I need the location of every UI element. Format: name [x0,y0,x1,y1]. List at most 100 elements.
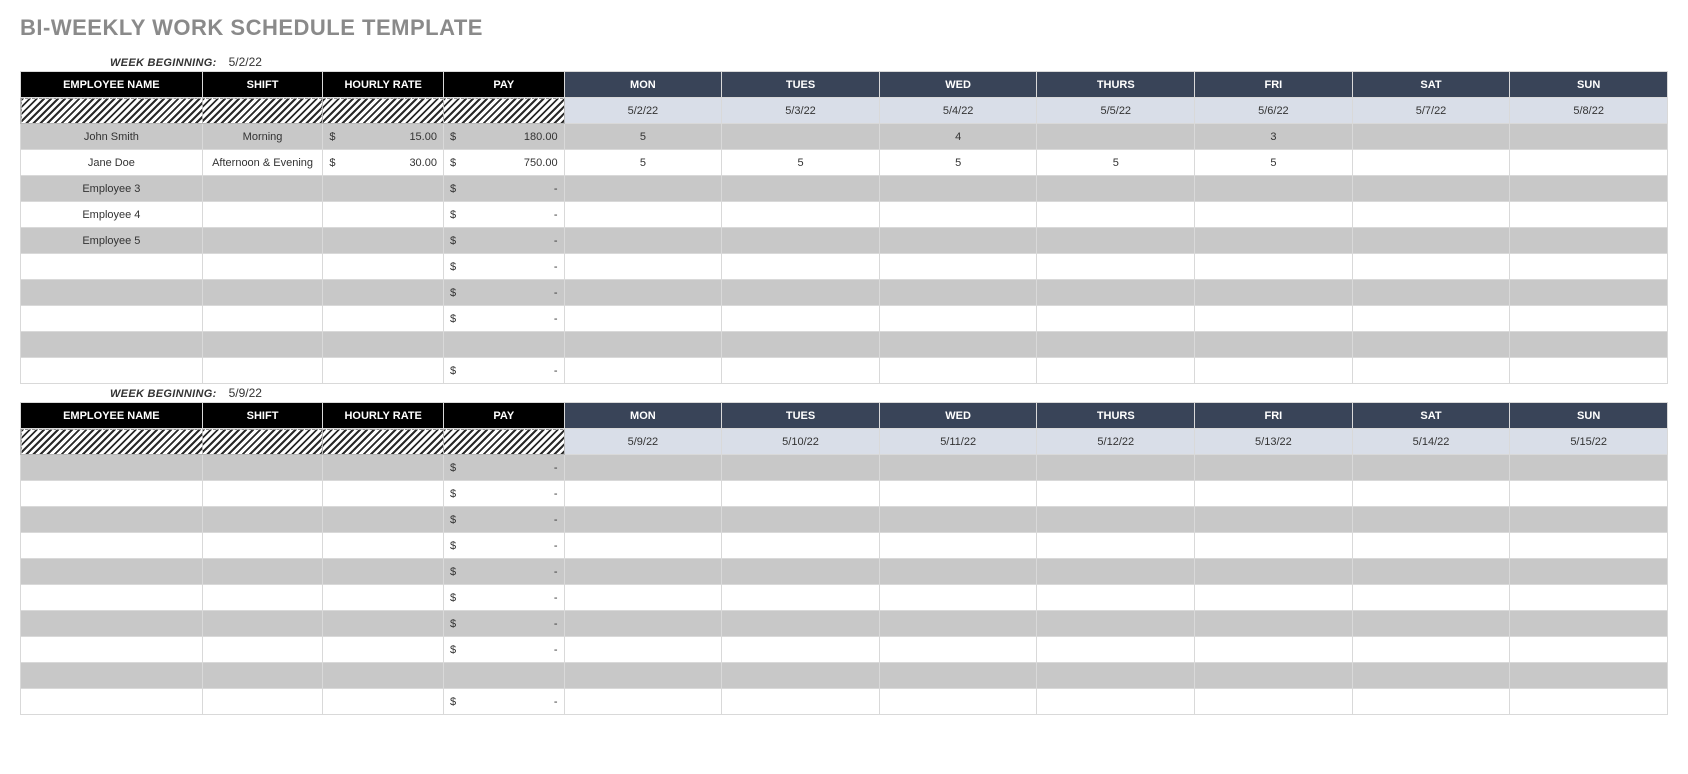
cell-hourly-rate[interactable] [323,481,444,507]
cell-day[interactable] [879,202,1037,228]
cell-day[interactable] [879,559,1037,585]
cell-day[interactable] [722,585,880,611]
cell-day[interactable] [1352,358,1510,384]
cell-day[interactable] [879,306,1037,332]
cell-pay[interactable]: $180.00 [443,124,564,150]
cell-day[interactable] [1352,689,1510,715]
cell-day[interactable] [722,176,880,202]
cell-day[interactable] [722,481,880,507]
cell-hourly-rate[interactable] [323,637,444,663]
cell-pay[interactable]: $- [443,585,564,611]
cell-day[interactable] [1510,663,1668,689]
cell-employee-name[interactable] [21,481,203,507]
cell-hourly-rate[interactable] [323,306,444,332]
cell-day[interactable] [1352,176,1510,202]
cell-day[interactable]: 5 [722,150,880,176]
cell-shift[interactable] [202,663,323,689]
cell-shift[interactable] [202,585,323,611]
cell-day[interactable] [564,533,722,559]
cell-pay[interactable] [443,663,564,689]
cell-day[interactable] [1037,124,1195,150]
cell-day[interactable] [564,280,722,306]
cell-day[interactable] [1510,228,1668,254]
cell-shift[interactable] [202,481,323,507]
cell-day[interactable]: 5 [1195,150,1353,176]
cell-employee-name[interactable] [21,663,203,689]
cell-shift[interactable] [202,507,323,533]
cell-day[interactable] [1510,254,1668,280]
cell-day[interactable] [1195,176,1353,202]
cell-day[interactable] [879,358,1037,384]
cell-day[interactable] [1352,150,1510,176]
cell-day[interactable] [722,306,880,332]
cell-day[interactable]: 3 [1195,124,1353,150]
cell-day[interactable] [722,455,880,481]
cell-day[interactable] [564,559,722,585]
cell-employee-name[interactable]: John Smith [21,124,203,150]
cell-day[interactable] [1037,663,1195,689]
cell-hourly-rate[interactable] [323,559,444,585]
cell-employee-name[interactable] [21,358,203,384]
cell-hourly-rate[interactable] [323,332,444,358]
cell-day[interactable] [722,254,880,280]
cell-day[interactable] [1037,481,1195,507]
cell-day[interactable] [1352,124,1510,150]
cell-day[interactable] [564,585,722,611]
cell-hourly-rate[interactable]: $15.00 [323,124,444,150]
cell-day[interactable] [1037,689,1195,715]
cell-hourly-rate[interactable] [323,358,444,384]
cell-day[interactable] [1510,689,1668,715]
cell-hourly-rate[interactable] [323,611,444,637]
cell-day[interactable] [1352,585,1510,611]
cell-day[interactable] [722,202,880,228]
cell-day[interactable] [1510,637,1668,663]
cell-day[interactable] [879,228,1037,254]
cell-day[interactable] [1195,254,1353,280]
cell-hourly-rate[interactable] [323,254,444,280]
cell-day[interactable] [1510,202,1668,228]
cell-day[interactable] [1510,306,1668,332]
cell-day[interactable] [1510,280,1668,306]
cell-day[interactable] [1352,202,1510,228]
cell-employee-name[interactable] [21,507,203,533]
cell-pay[interactable]: $750.00 [443,150,564,176]
cell-shift[interactable] [202,332,323,358]
cell-day[interactable] [722,507,880,533]
cell-day[interactable]: 5 [879,150,1037,176]
cell-pay[interactable]: $- [443,254,564,280]
cell-employee-name[interactable]: Employee 3 [21,176,203,202]
cell-day[interactable] [1195,637,1353,663]
cell-day[interactable] [1510,611,1668,637]
cell-day[interactable] [1195,533,1353,559]
cell-day[interactable] [722,228,880,254]
cell-day[interactable] [1352,280,1510,306]
cell-day[interactable] [1037,637,1195,663]
cell-pay[interactable] [443,332,564,358]
cell-pay[interactable]: $- [443,306,564,332]
cell-day[interactable] [1195,228,1353,254]
cell-day[interactable] [722,124,880,150]
cell-day[interactable] [1195,689,1353,715]
cell-pay[interactable]: $- [443,481,564,507]
cell-day[interactable] [564,611,722,637]
cell-day[interactable] [564,228,722,254]
cell-day[interactable] [1195,611,1353,637]
cell-day[interactable]: 4 [879,124,1037,150]
cell-day[interactable] [879,611,1037,637]
cell-pay[interactable]: $- [443,637,564,663]
cell-day[interactable] [722,663,880,689]
cell-day[interactable] [1195,202,1353,228]
cell-day[interactable] [1195,585,1353,611]
cell-day[interactable] [1037,332,1195,358]
cell-hourly-rate[interactable] [323,689,444,715]
cell-employee-name[interactable] [21,533,203,559]
cell-day[interactable] [1510,332,1668,358]
cell-day[interactable] [1352,455,1510,481]
cell-day[interactable] [722,637,880,663]
cell-day[interactable] [1510,533,1668,559]
cell-day[interactable] [1510,481,1668,507]
cell-employee-name[interactable] [21,559,203,585]
cell-day[interactable] [879,585,1037,611]
cell-shift[interactable] [202,176,323,202]
cell-employee-name[interactable] [21,637,203,663]
